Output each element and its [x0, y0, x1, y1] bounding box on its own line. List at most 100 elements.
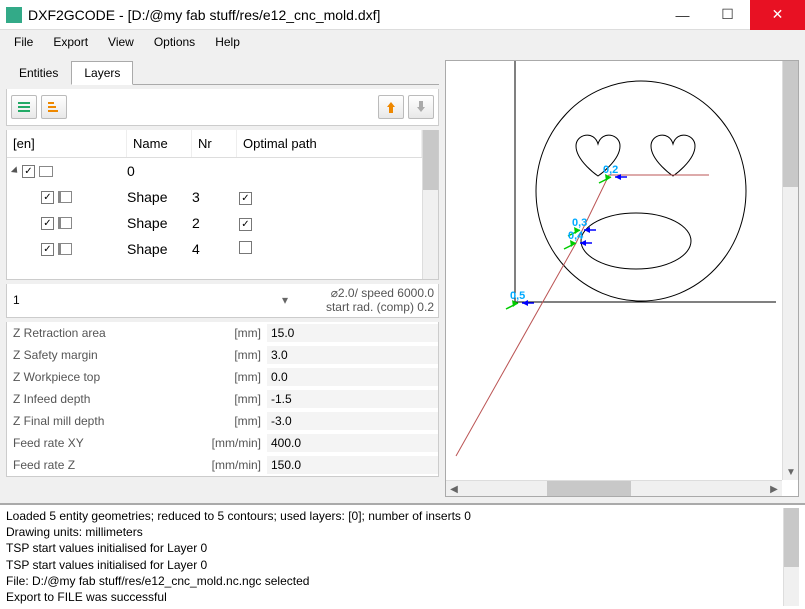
move-down-button[interactable] [408, 95, 434, 119]
canvas-scrollbar-vertical[interactable]: ▲ ▼ [782, 61, 798, 480]
param-value[interactable]: 150.0 [267, 456, 438, 474]
shape-name: Shape [127, 215, 192, 231]
canvas-scrollbar-horizontal[interactable]: ◀ ▶ [446, 480, 782, 496]
svg-text:0,3: 0,3 [572, 217, 587, 229]
param-label: Z Infeed depth [7, 392, 197, 406]
log-line: Export to FILE was successful [6, 589, 783, 605]
optimal-checkbox[interactable] [239, 192, 252, 205]
tree-row-shape[interactable]: Shape2 [7, 210, 422, 236]
tab-layers[interactable]: Layers [71, 61, 133, 85]
param-value[interactable]: 3.0 [267, 346, 438, 364]
scroll-left-icon[interactable]: ◀ [446, 481, 462, 497]
menu-options[interactable]: Options [144, 32, 205, 52]
log-line: Drawing units: millimeters [6, 524, 783, 540]
menu-bar: File Export View Options Help [0, 30, 805, 54]
param-unit: [mm] [197, 348, 267, 362]
shape-icon [58, 243, 72, 255]
param-unit: [mm] [197, 326, 267, 340]
param-row: Z Infeed depth[mm]-1.5 [7, 388, 438, 410]
shape-nr: 4 [192, 241, 237, 257]
svg-text:0,2: 0,2 [603, 164, 618, 176]
shape-name: Shape [127, 189, 192, 205]
expand-icon[interactable] [11, 166, 20, 175]
param-label: Feed rate XY [7, 436, 197, 450]
shape-icon [58, 217, 72, 229]
move-up-button[interactable] [378, 95, 404, 119]
log-line: Loaded 5 entity geometries; reduced to 5… [6, 508, 783, 524]
param-row: Z Safety margin[mm]3.0 [7, 344, 438, 366]
close-button[interactable]: ✕ [750, 0, 805, 30]
tool-combo[interactable]: 1 ▾ [7, 284, 294, 317]
log-line: TSP start values initialised for Layer 0 [6, 557, 783, 573]
menu-view[interactable]: View [98, 32, 144, 52]
shape-nr: 3 [192, 189, 237, 205]
log-panel: Loaded 5 entity geometries; reduced to 5… [0, 503, 805, 609]
scroll-right-icon[interactable]: ▶ [766, 481, 782, 497]
tree-scrollbar[interactable] [422, 130, 438, 279]
menu-export[interactable]: Export [43, 32, 98, 52]
layer-checkbox[interactable] [22, 165, 35, 178]
optimal-checkbox[interactable] [239, 218, 252, 231]
tool-info-line2: start rad. (comp) 0.2 [302, 300, 434, 314]
param-unit: [mm] [197, 370, 267, 384]
tool-combo-value: 1 [13, 293, 20, 307]
tabs: Entities Layers [6, 60, 439, 85]
param-value[interactable]: -3.0 [267, 412, 438, 430]
menu-help[interactable]: Help [205, 32, 250, 52]
minimize-button[interactable]: — [660, 0, 705, 30]
tree-row-shape[interactable]: Shape3 [7, 184, 422, 210]
param-row: Feed rate XY[mm/min]400.0 [7, 432, 438, 454]
layer-icon [39, 166, 53, 177]
layer-name: 0 [127, 163, 192, 179]
param-label: Z Workpiece top [7, 370, 197, 384]
param-unit: [mm] [197, 392, 267, 406]
header-enabled[interactable]: [en] [7, 130, 127, 157]
svg-text:0,5: 0,5 [510, 290, 525, 302]
log-line: File: D:/@my fab stuff/res/e12_cnc_mold.… [6, 573, 783, 589]
param-unit: [mm/min] [197, 436, 267, 450]
shape-nr: 2 [192, 215, 237, 231]
shape-checkbox[interactable] [41, 243, 54, 256]
tree-header: [en] Name Nr Optimal path [7, 130, 422, 158]
expand-all-button[interactable] [41, 95, 67, 119]
collapse-all-button[interactable] [11, 95, 37, 119]
shape-name: Shape [127, 241, 192, 257]
log-line: TSP start values initialised for Layer 0 [6, 540, 783, 556]
param-label: Z Retraction area [7, 326, 197, 340]
param-label: Feed rate Z [7, 458, 197, 472]
preview-canvas[interactable]: 0,2 0,30,4 0,5 ▲ ▼ ◀ ▶ [445, 60, 799, 497]
header-nr[interactable]: Nr [192, 130, 237, 157]
menu-file[interactable]: File [4, 32, 43, 52]
param-row: Z Workpiece top[mm]0.0 [7, 366, 438, 388]
title-bar: DXF2GCODE - [D:/@my fab stuff/res/e12_cn… [0, 0, 805, 30]
tree-row-shape[interactable]: Shape4 [7, 236, 422, 262]
param-value[interactable]: -1.5 [267, 390, 438, 408]
param-value[interactable]: 15.0 [267, 324, 438, 342]
shape-checkbox[interactable] [41, 191, 54, 204]
svg-text:0,4: 0,4 [568, 230, 584, 242]
tree-row-layer[interactable]: 0 [7, 158, 422, 184]
optimal-checkbox[interactable] [239, 241, 252, 254]
right-panel: 0,2 0,30,4 0,5 ▲ ▼ ◀ ▶ [445, 54, 805, 503]
parameters-panel: Z Retraction area[mm]15.0Z Safety margin… [6, 322, 439, 477]
param-row: Z Retraction area[mm]15.0 [7, 322, 438, 344]
chevron-down-icon: ▾ [282, 293, 288, 307]
header-optimal-path[interactable]: Optimal path [237, 130, 422, 157]
header-name[interactable]: Name [127, 130, 192, 157]
scroll-down-icon[interactable]: ▼ [783, 464, 799, 480]
tool-row: 1 ▾ ⌀2.0/ speed 6000.0 start rad. (comp)… [6, 284, 439, 318]
log-content[interactable]: Loaded 5 entity geometries; reduced to 5… [6, 508, 783, 606]
param-row: Z Final mill depth[mm]-3.0 [7, 410, 438, 432]
param-label: Z Safety margin [7, 348, 197, 362]
drawing-svg: 0,2 0,30,4 0,5 [446, 61, 776, 461]
maximize-button[interactable]: ☐ [705, 0, 750, 30]
param-unit: [mm] [197, 414, 267, 428]
log-scrollbar[interactable] [783, 508, 799, 606]
param-label: Z Final mill depth [7, 414, 197, 428]
param-value[interactable]: 400.0 [267, 434, 438, 452]
shape-checkbox[interactable] [41, 217, 54, 230]
left-panel: Entities Layers [en] Name N [0, 54, 445, 503]
tab-entities[interactable]: Entities [6, 61, 71, 85]
layer-toolbar [6, 89, 439, 126]
param-value[interactable]: 0.0 [267, 368, 438, 386]
